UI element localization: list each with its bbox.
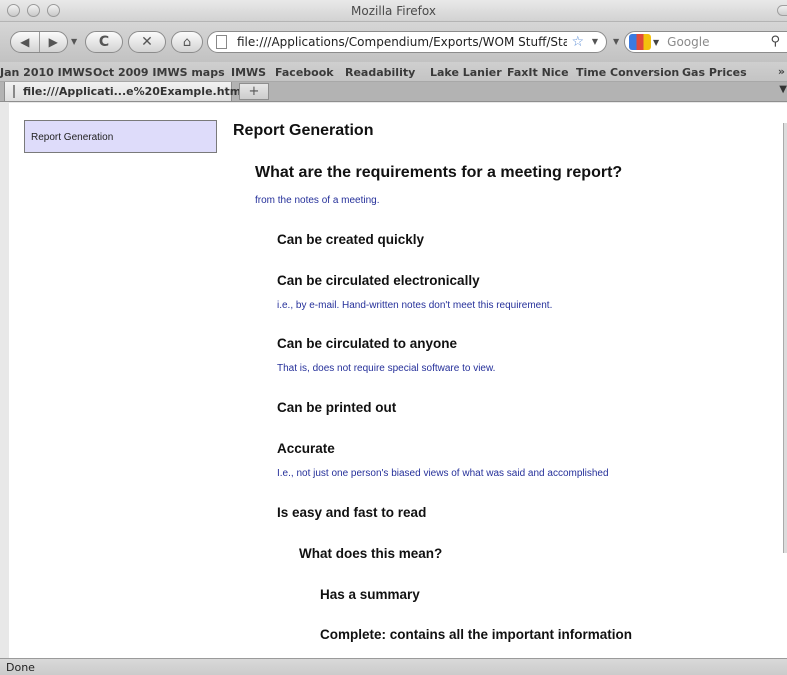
requirement-heading: Can be printed out xyxy=(277,400,397,415)
section-heading: What are the requirements for a meeting … xyxy=(255,164,623,181)
navigation-toolbar: ◀ ▶ ▼ C ✕ ⌂ file:///Applications/Compend… xyxy=(0,22,787,62)
section-note: from the notes of a meeting. xyxy=(255,195,380,206)
bookmark-item[interactable]: Readability xyxy=(345,66,415,79)
bookmarks-overflow-icon[interactable]: » xyxy=(778,65,785,78)
forward-button[interactable]: ▶ xyxy=(40,35,68,49)
back-forward-buttons: ◀ ▶ xyxy=(10,31,68,53)
page-icon xyxy=(216,35,227,49)
sidebar-item-label: Report Generation xyxy=(31,132,114,143)
toolbar-toggle-button[interactable] xyxy=(777,5,787,16)
search-box[interactable]: ▼ Google ⚲ xyxy=(624,31,787,53)
google-logo-icon[interactable] xyxy=(629,34,651,50)
requirement-heading: Can be created quickly xyxy=(277,232,425,247)
requirement-heading: Can be circulated to anyone xyxy=(277,336,458,351)
tab-list-icon[interactable]: ▼ xyxy=(779,84,787,95)
tab-strip: file:///Applicati...e%20Example.html + ▼ xyxy=(0,82,787,102)
page-title: Report Generation xyxy=(233,122,374,139)
requirement-note: i.e., by e-mail. Hand-written notes don'… xyxy=(277,300,553,311)
bookmark-star-icon[interactable]: ☆ xyxy=(571,34,584,50)
bookmark-item[interactable]: Jan 2010 IMWS xyxy=(0,66,93,79)
sidebar-item-report-generation[interactable]: Report Generation xyxy=(24,120,217,153)
requirement-note: That is, does not require special softwa… xyxy=(277,363,496,374)
search-icon[interactable]: ⚲ xyxy=(770,34,780,49)
sub-sub-heading: Complete: contains all the important inf… xyxy=(320,627,633,642)
back-button[interactable]: ◀ xyxy=(11,35,39,49)
bookmark-item[interactable]: Facebook xyxy=(275,66,334,79)
status-bar: Done xyxy=(0,658,787,675)
url-dropdown-icon[interactable]: ▼ xyxy=(592,37,598,46)
bookmark-item[interactable]: FaxIt Nice xyxy=(507,66,569,79)
window-title: Mozilla Firefox xyxy=(351,4,436,18)
sub-sub-heading: Has a summary xyxy=(320,587,420,602)
page-content: Report Generation Report Generation What… xyxy=(0,103,787,658)
sub-heading: What does this mean? xyxy=(299,546,443,561)
engine-dropdown-icon[interactable]: ▼ xyxy=(653,38,659,47)
bookmark-item[interactable]: Oct 2009 IMWS maps xyxy=(93,66,225,79)
status-text: Done xyxy=(6,661,35,674)
requirement-heading: Accurate xyxy=(277,441,335,456)
url-text[interactable]: file:///Applications/Compendium/Exports/… xyxy=(237,35,567,49)
tab-label: file:///Applicati...e%20Example.html xyxy=(23,85,246,98)
bookmark-item[interactable]: Gas Prices xyxy=(682,66,747,79)
url-bar[interactable]: file:///Applications/Compendium/Exports/… xyxy=(207,31,607,53)
tab-active[interactable]: file:///Applicati...e%20Example.html xyxy=(4,82,245,102)
page-icon xyxy=(13,85,15,98)
stop-button[interactable]: ✕ xyxy=(128,31,166,53)
requirement-heading: Is easy and fast to read xyxy=(277,505,427,520)
title-bar: Mozilla Firefox xyxy=(0,0,787,22)
new-tab-button[interactable]: + xyxy=(239,83,269,100)
bookmarks-bar: Jan 2010 IMWS Oct 2009 IMWS maps IMWS Fa… xyxy=(0,62,787,82)
bookmark-item[interactable]: Lake Lanier xyxy=(430,66,502,79)
search-engine-dropdown-icon[interactable]: ▼ xyxy=(613,37,619,46)
bookmark-item[interactable]: IMWS xyxy=(231,66,266,79)
reload-button[interactable]: C xyxy=(85,31,123,53)
home-button[interactable]: ⌂ xyxy=(171,31,203,53)
history-dropdown-icon[interactable]: ▼ xyxy=(71,37,77,46)
bookmark-item[interactable]: Time Conversion xyxy=(576,66,679,79)
search-input[interactable]: Google xyxy=(667,35,709,49)
scrollbar[interactable] xyxy=(783,123,787,553)
requirement-heading: Can be circulated electronically xyxy=(277,273,480,288)
requirement-note: I.e., not just one person's biased views… xyxy=(277,468,609,479)
